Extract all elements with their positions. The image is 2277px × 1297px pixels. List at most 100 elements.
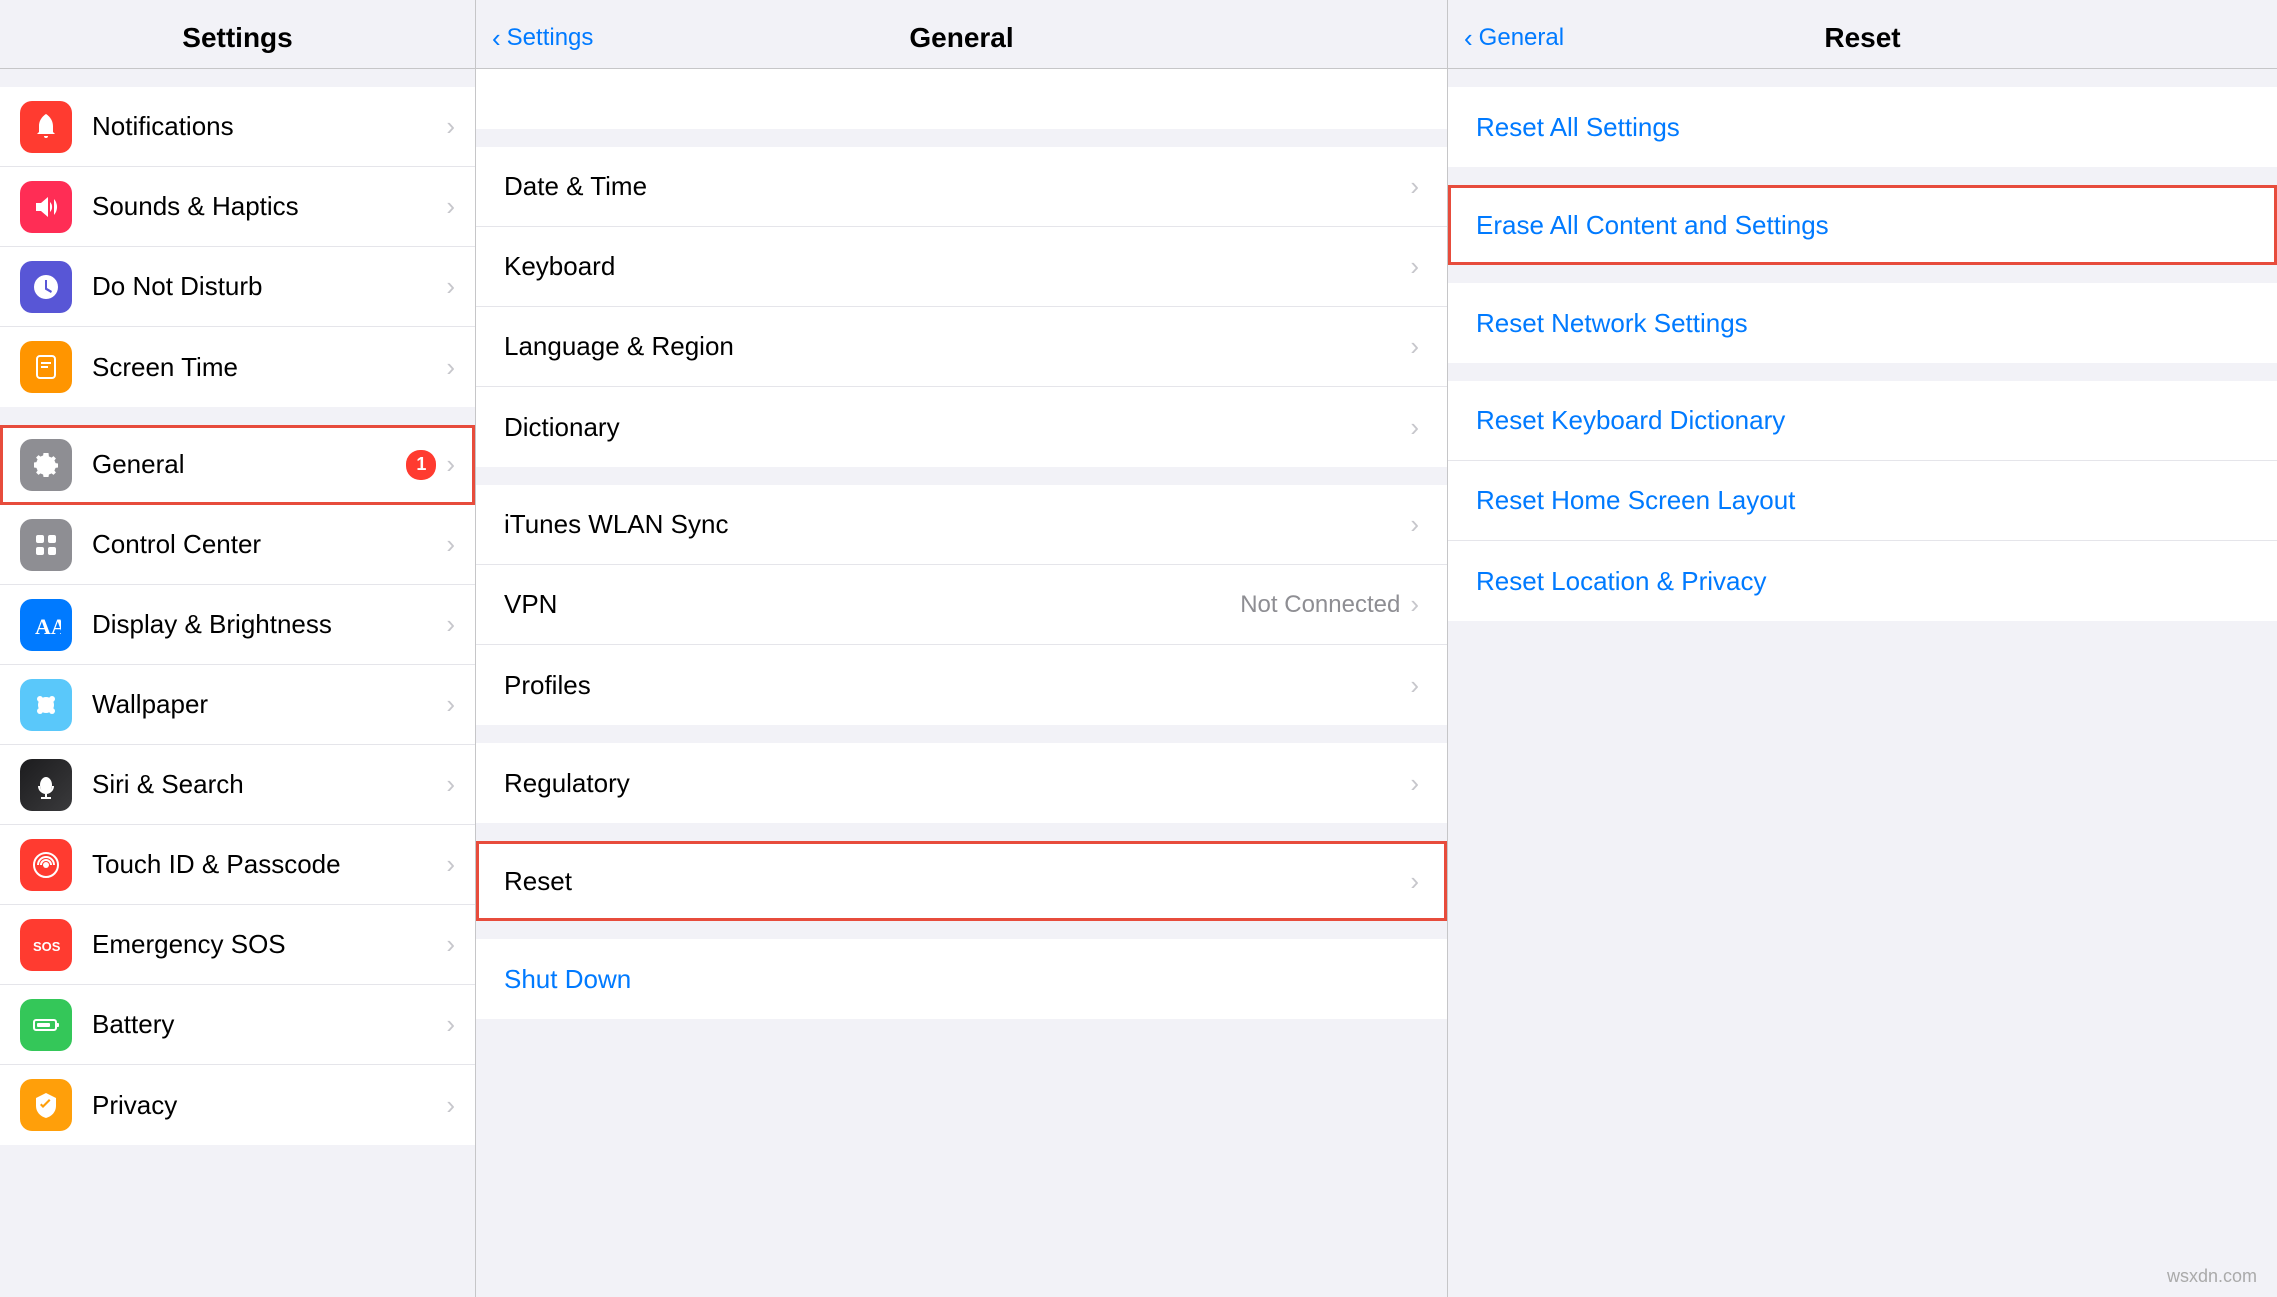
right-section-2: Erase All Content and Settings	[1448, 185, 2277, 265]
sidebar-item-general[interactable]: General 1 ›	[0, 425, 475, 505]
gen-item-overflow[interactable]	[476, 69, 1447, 129]
gen-item-datetime[interactable]: Date & Time ›	[476, 147, 1447, 227]
middle-section-5: Shut Down	[476, 939, 1447, 1019]
middle-column: ‹ Settings General Date & Time › Keyboar…	[476, 0, 1448, 1297]
controlcenter-chevron: ›	[446, 529, 455, 560]
dictionary-label: Dictionary	[504, 412, 1410, 443]
sidebar-item-screentime[interactable]: Screen Time ›	[0, 327, 475, 407]
gen-item-profiles[interactable]: Profiles ›	[476, 645, 1447, 725]
screentime-chevron: ›	[446, 352, 455, 383]
sirisearch-label: Siri & Search	[92, 769, 446, 800]
wallpaper-chevron: ›	[446, 689, 455, 720]
sidebar-item-privacy[interactable]: Privacy ›	[0, 1065, 475, 1145]
donotdisturb-icon	[20, 261, 72, 313]
right-back-chevron: ‹	[1464, 23, 1473, 54]
reset-item-resetkeyboard[interactable]: Reset Keyboard Dictionary	[1448, 381, 2277, 461]
wallpaper-label: Wallpaper	[92, 689, 446, 720]
controlcenter-label: Control Center	[92, 529, 446, 560]
right-content: Reset All Settings Erase All Content and…	[1448, 69, 2277, 1297]
notifications-label: Notifications	[92, 111, 446, 142]
sidebar-item-wallpaper[interactable]: Wallpaper ›	[0, 665, 475, 745]
right-back-button[interactable]: ‹ General	[1464, 23, 1564, 54]
datetime-chevron: ›	[1410, 171, 1419, 202]
touchid-icon	[20, 839, 72, 891]
general-label: General	[92, 449, 406, 480]
watermark: wsxdn.com	[2167, 1266, 2257, 1287]
left-column: Settings Notifications › Sounds &	[0, 0, 476, 1297]
left-content: Notifications › Sounds & Haptics ›	[0, 69, 475, 1297]
displaybrightness-icon: AA	[20, 599, 72, 651]
controlcenter-icon	[20, 519, 72, 571]
sidebar-item-battery[interactable]: Battery ›	[0, 985, 475, 1065]
resetkeyboard-label: Reset Keyboard Dictionary	[1476, 405, 2249, 436]
right-section-4: Reset Keyboard Dictionary Reset Home Scr…	[1448, 381, 2277, 621]
regulatory-chevron: ›	[1410, 768, 1419, 799]
middle-back-button[interactable]: ‹ Settings	[492, 23, 593, 54]
middle-back-chevron: ‹	[492, 23, 501, 54]
sidebar-item-sounds[interactable]: Sounds & Haptics ›	[0, 167, 475, 247]
touchid-chevron: ›	[446, 849, 455, 880]
sidebar-item-controlcenter[interactable]: Control Center ›	[0, 505, 475, 585]
right-back-label: General	[1479, 24, 1564, 52]
reset-item-resetnetwork[interactable]: Reset Network Settings	[1448, 283, 2277, 363]
sidebar-item-touchid[interactable]: Touch ID & Passcode ›	[0, 825, 475, 905]
privacy-icon	[20, 1079, 72, 1131]
right-section-1: Reset All Settings	[1448, 87, 2277, 167]
gen-item-itunes[interactable]: iTunes WLAN Sync ›	[476, 485, 1447, 565]
emergencysos-label: Emergency SOS	[92, 929, 446, 960]
profiles-chevron: ›	[1410, 670, 1419, 701]
sidebar-item-displaybrightness[interactable]: AA Display & Brightness ›	[0, 585, 475, 665]
gen-item-reset[interactable]: Reset ›	[476, 841, 1447, 921]
vpn-value: Not Connected	[1240, 591, 1400, 619]
middle-section-1: Date & Time › Keyboard › Language & Regi…	[476, 147, 1447, 467]
resetlocation-label: Reset Location & Privacy	[1476, 566, 2249, 597]
gen-item-vpn[interactable]: VPN Not Connected ›	[476, 565, 1447, 645]
middle-section-4: Reset ›	[476, 841, 1447, 921]
sidebar-item-emergencysos[interactable]: SOS Emergency SOS ›	[0, 905, 475, 985]
itunes-chevron: ›	[1410, 509, 1419, 540]
right-section-3: Reset Network Settings	[1448, 283, 2277, 363]
general-icon	[20, 439, 72, 491]
sidebar-item-donotdisturb[interactable]: Do Not Disturb ›	[0, 247, 475, 327]
left-section-1: Notifications › Sounds & Haptics ›	[0, 87, 475, 407]
sirisearch-icon	[20, 759, 72, 811]
reset-item-resethome[interactable]: Reset Home Screen Layout	[1448, 461, 2277, 541]
middle-header: ‹ Settings General	[476, 0, 1447, 69]
right-header: ‹ General Reset	[1448, 0, 2277, 69]
middle-top-section	[476, 69, 1447, 129]
sidebar-item-notifications[interactable]: Notifications ›	[0, 87, 475, 167]
svg-text:AA: AA	[35, 614, 61, 639]
gen-item-regulatory[interactable]: Regulatory ›	[476, 743, 1447, 823]
battery-label: Battery	[92, 1009, 446, 1040]
displaybrightness-chevron: ›	[446, 609, 455, 640]
gen-item-language[interactable]: Language & Region ›	[476, 307, 1447, 387]
displaybrightness-label: Display & Brightness	[92, 609, 446, 640]
general-chevron: ›	[446, 449, 455, 480]
middle-section-2: iTunes WLAN Sync › VPN Not Connected › P…	[476, 485, 1447, 725]
middle-content: Date & Time › Keyboard › Language & Regi…	[476, 69, 1447, 1297]
reset-label: Reset	[504, 866, 1410, 897]
eraseall-label: Erase All Content and Settings	[1476, 210, 2249, 241]
language-label: Language & Region	[504, 331, 1410, 362]
sounds-icon	[20, 181, 72, 233]
resetnetwork-label: Reset Network Settings	[1476, 308, 2249, 339]
vpn-label: VPN	[504, 589, 1240, 620]
dictionary-chevron: ›	[1410, 412, 1419, 443]
language-chevron: ›	[1410, 331, 1419, 362]
middle-back-label: Settings	[507, 24, 594, 52]
reset-item-resetall[interactable]: Reset All Settings	[1448, 87, 2277, 167]
vpn-chevron: ›	[1410, 589, 1419, 620]
wallpaper-icon	[20, 679, 72, 731]
left-title: Settings	[182, 22, 292, 54]
itunes-label: iTunes WLAN Sync	[504, 509, 1410, 540]
reset-item-eraseall[interactable]: Erase All Content and Settings	[1448, 185, 2277, 265]
shutdown-label: Shut Down	[504, 964, 1419, 995]
sidebar-item-sirisearch[interactable]: Siri & Search ›	[0, 745, 475, 825]
middle-section-3: Regulatory ›	[476, 743, 1447, 823]
gen-item-keyboard[interactable]: Keyboard ›	[476, 227, 1447, 307]
profiles-label: Profiles	[504, 670, 1410, 701]
gen-item-shutdown[interactable]: Shut Down	[476, 939, 1447, 1019]
reset-item-resetlocation[interactable]: Reset Location & Privacy	[1448, 541, 2277, 621]
privacy-label: Privacy	[92, 1090, 446, 1121]
gen-item-dictionary[interactable]: Dictionary ›	[476, 387, 1447, 467]
